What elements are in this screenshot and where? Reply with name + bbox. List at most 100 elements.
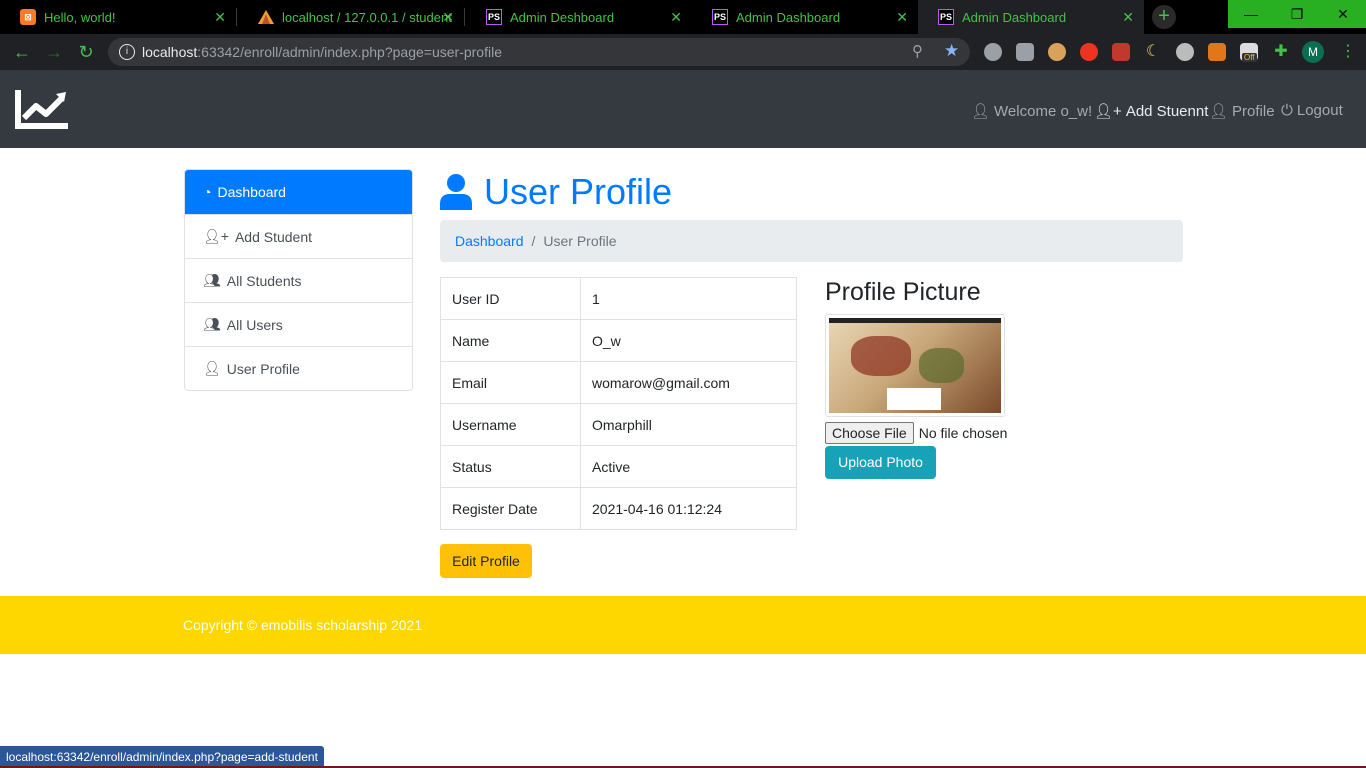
upload-photo-button[interactable]: Upload Photo [825,446,936,479]
close-icon[interactable]: ✕ [1122,9,1134,26]
close-icon[interactable]: ✕ [670,9,682,26]
page-title: User Profile [440,170,672,214]
camera-icon[interactable] [1016,43,1034,61]
browser-tab[interactable]: localhost / 127.0.0.1 / student ✕ [238,0,464,34]
xampp-icon: ⊠ [20,9,36,25]
phpstorm-icon: PS [486,9,502,25]
tab-title: Admin Dashboard [736,9,841,25]
metamask-fox-icon[interactable] [1208,43,1226,61]
tab-divider [464,8,465,26]
status-bar-url: localhost:63342/enroll/admin/index.php?p… [0,746,324,768]
no-file-text: No file chosen [918,425,1008,441]
sidebar-item-user-profile[interactable]: 👤︎ User Profile [185,346,412,390]
info-icon[interactable]: i [119,44,135,60]
phpstorm-icon: PS [938,9,954,25]
book-icon[interactable] [1112,43,1130,61]
tab-title: Admin Deshboard [510,9,615,25]
user-icon: 👤︎ [971,103,991,120]
close-icon[interactable]: ✕ [896,9,908,26]
sidebar-item-all-users[interactable]: 👥︎ All Users [185,302,412,346]
row-value: O_w [580,319,797,362]
phpstorm-icon: PS [712,9,728,25]
restore-button[interactable]: ❐ [1274,0,1320,28]
sidebar-item-all-students[interactable]: 👥︎ All Students [185,258,412,302]
menu-dots-icon[interactable]: ⋮ [1340,43,1356,61]
browser-toolbar: ← → ↻ i localhost:63342/enroll/admin/ind… [0,34,1366,70]
new-tab-button[interactable]: + [1152,5,1176,29]
extension-toggle-icon[interactable]: Off [1240,43,1258,62]
row-value: 2021-04-16 01:12:24 [580,487,797,530]
nav-logout[interactable]: ⏻ Logout [1281,102,1343,119]
row-value: 1 [580,277,797,320]
breadcrumb-dashboard-link[interactable]: Dashboard [455,233,524,249]
sidebar-item-dashboard[interactable]: ◔ Dashboard [185,170,412,214]
chart-line-logo-icon[interactable] [14,88,70,135]
phpmyadmin-icon [258,9,274,25]
tab-divider [236,8,237,26]
row-value: Omarphill [580,403,797,446]
circle-extension-icon[interactable] [1176,43,1194,61]
tab-title: Hello, world! [44,9,116,25]
off-badge: Off [1242,53,1257,62]
nav-profile[interactable]: 👤︎ Profile [1209,102,1275,121]
row-value: Active [580,445,797,488]
thumbnail-card [887,388,941,410]
user-icon [440,174,472,210]
row-key: Name [440,319,581,362]
url-path: :63342/enroll/admin/index.php?page=user-… [197,44,502,60]
address-bar[interactable]: i localhost:63342/enroll/admin/index.php… [108,38,970,66]
table-row: Username Omarphill [440,403,797,446]
breadcrumb-current: User Profile [543,233,617,249]
browser-tab-active[interactable]: PS Admin Dashboard ✕ [918,0,1144,34]
sidebar-item-add-student[interactable]: 👤︎+ Add Student [185,214,412,258]
thumbnail-spice-shape [851,336,911,376]
edit-profile-button[interactable]: Edit Profile [440,544,532,578]
profile-picture-thumbnail [825,314,1005,417]
thumbnail-topbar [829,318,1001,323]
user-icon: 👤︎ [203,360,221,376]
profile-picture-image [829,318,1001,413]
tachometer-icon: ◔ [203,184,212,200]
row-value: womarow@gmail.com [580,361,797,404]
stop-hand-icon[interactable] [1080,43,1098,61]
tab-title: localhost / 127.0.0.1 / student [282,9,452,25]
browser-tab[interactable]: ⊠ Hello, world! ✕ [0,0,236,34]
user-plus-icon: 👤︎+ [203,228,229,244]
zoom-icon[interactable]: ⚲ [912,42,923,60]
copyright-text: Copyright © emobilis scholarship 2021 [183,617,423,633]
thumbnail-spice-shape [919,348,964,383]
table-row: Email womarow@gmail.com [440,361,797,404]
user-info-table: User ID 1 Name O_w Email womarow@gmail.c… [440,277,797,530]
browser-tab[interactable]: PS Admin Deshboard ✕ [466,0,692,34]
user-icon: 👤︎ [1209,103,1229,120]
browser-tab-strip: ⊠ Hello, world! ✕ localhost / 127.0.0.1 … [0,0,1366,34]
browser-tab[interactable]: PS Admin Dashboard ✕ [692,0,918,34]
table-row: Status Active [440,445,797,488]
nav-add-student[interactable]: 👤︎+ Add Stuennt [1094,102,1208,121]
row-key: User ID [440,277,581,320]
profile-avatar[interactable]: M [1302,41,1324,63]
file-input[interactable]: Choose File No file chosen [825,421,1007,445]
row-key: Email [440,361,581,404]
row-key: Username [440,403,581,446]
sidebar: ◔ Dashboard 👤︎+ Add Student 👥︎ All Students… [184,169,413,391]
welcome-text: 👤︎ Welcome o_w! [971,102,1093,121]
forward-button[interactable]: → [42,40,66,64]
choose-file-button[interactable]: Choose File [825,422,914,444]
tab-title: Admin Dashboard [962,9,1067,25]
minimize-button[interactable]: — [1228,0,1274,28]
bookmark-star-icon[interactable]: ★ [944,41,959,61]
back-button[interactable]: ← [10,40,34,64]
breadcrumb: Dashboard / User Profile [440,220,1183,262]
puzzle-icon[interactable]: ✚ [1272,43,1290,61]
app-navbar: 👤︎ Welcome o_w! 👤︎+ Add Stuennt 👤︎ Profile … [0,70,1366,148]
reload-button[interactable]: ↻ [74,40,98,64]
table-row: Name O_w [440,319,797,362]
moon-icon[interactable]: ☾ [1144,43,1162,61]
close-window-button[interactable]: ✕ [1320,0,1366,28]
url-host: localhost [142,44,198,60]
close-icon[interactable]: ✕ [442,9,454,26]
close-icon[interactable]: ✕ [214,9,226,26]
cookie-icon[interactable] [1048,43,1066,61]
extension-bulb-icon[interactable] [984,43,1002,61]
